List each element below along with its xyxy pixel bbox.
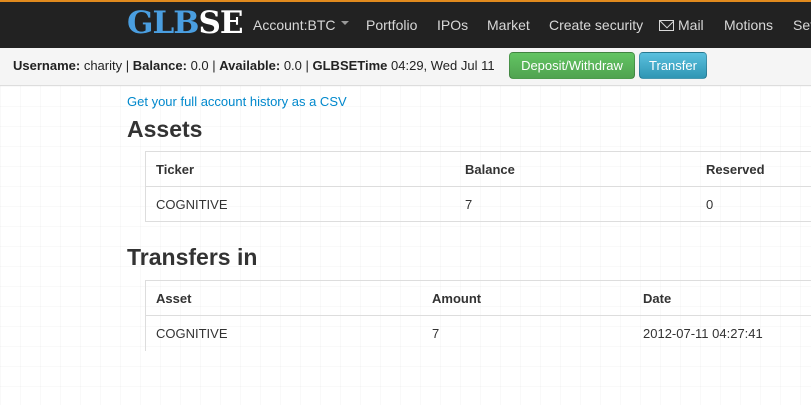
balance-label: Balance: bbox=[132, 58, 187, 73]
nav-mail[interactable]: Mail bbox=[659, 17, 704, 37]
nav-create-security[interactable]: Create security bbox=[549, 17, 643, 37]
username-label: Username: bbox=[13, 58, 81, 73]
nav-market[interactable]: Market bbox=[487, 17, 530, 37]
asset-reserved-cell: 0 bbox=[706, 197, 714, 212]
available-value: 0.0 bbox=[283, 58, 302, 73]
logo-text-glb: GLB bbox=[127, 5, 199, 41]
column-header[interactable]: Asset bbox=[156, 291, 191, 306]
column-header[interactable]: Balance bbox=[465, 162, 515, 177]
table-header-row: Asset Amount Date bbox=[146, 281, 811, 316]
balance-value: 0.0 bbox=[190, 58, 209, 73]
nav-ipos[interactable]: IPOs bbox=[437, 17, 468, 37]
column-header[interactable]: Reserved bbox=[706, 162, 765, 177]
column-header[interactable]: Ticker bbox=[156, 162, 194, 177]
nav-mail-label: Mail bbox=[678, 17, 704, 33]
glbse-logo[interactable]: GLBSE bbox=[127, 5, 244, 41]
ticker-link[interactable]: COGNITIVE bbox=[156, 197, 228, 212]
csv-history-link[interactable]: Get your full account history as a CSV bbox=[127, 94, 347, 109]
transfer-button[interactable]: Transfer bbox=[639, 52, 707, 79]
nav-portfolio[interactable]: Portfolio bbox=[366, 17, 417, 37]
available-label: Available: bbox=[219, 58, 281, 73]
transfer-date-cell: 2012-07-11 04:27:41 bbox=[643, 326, 763, 341]
transfers-in-table: Asset Amount Date COGNITIVE 7 2012-07-11… bbox=[145, 280, 811, 351]
transfers-in-heading: Transfers in bbox=[127, 244, 258, 270]
table-row: COGNITIVE 7 0 bbox=[146, 187, 811, 222]
nav-account-label: Account:BTC bbox=[253, 17, 336, 33]
username-value: charity bbox=[83, 58, 123, 73]
account-status-text: Username: charity | Balance: 0.0 | Avail… bbox=[13, 58, 495, 73]
top-navbar: GLBSE Account:BTC Portfolio IPOs Market … bbox=[0, 0, 811, 48]
time-label: GLBSETime bbox=[312, 58, 388, 73]
nav-motions[interactable]: Motions bbox=[724, 17, 773, 37]
content-background bbox=[0, 86, 811, 405]
nav-settings[interactable]: Set bbox=[793, 17, 811, 37]
assets-table: Ticker Balance Reserved COGNITIVE 7 0 bbox=[145, 151, 811, 222]
column-header[interactable]: Amount bbox=[432, 291, 481, 306]
time-value: 04:29, Wed Jul 11 bbox=[391, 58, 495, 73]
nav-account-dropdown[interactable]: Account:BTC bbox=[253, 17, 350, 37]
account-status-bar: Username: charity | Balance: 0.0 | Avail… bbox=[0, 48, 811, 86]
deposit-withdraw-button[interactable]: Deposit/Withdraw bbox=[509, 52, 635, 79]
table-row: COGNITIVE 7 2012-07-11 04:27:41 bbox=[146, 316, 811, 351]
asset-balance-cell: 7 bbox=[465, 197, 473, 212]
transfer-asset-cell: COGNITIVE bbox=[156, 326, 228, 341]
assets-heading: Assets bbox=[127, 116, 203, 142]
chevron-down-icon bbox=[341, 21, 350, 26]
envelope-icon bbox=[659, 20, 674, 31]
transfer-amount-cell: 7 bbox=[432, 326, 440, 341]
table-header-row: Ticker Balance Reserved bbox=[146, 152, 811, 187]
logo-text-se: SE bbox=[198, 5, 243, 41]
column-header[interactable]: Date bbox=[643, 291, 671, 306]
